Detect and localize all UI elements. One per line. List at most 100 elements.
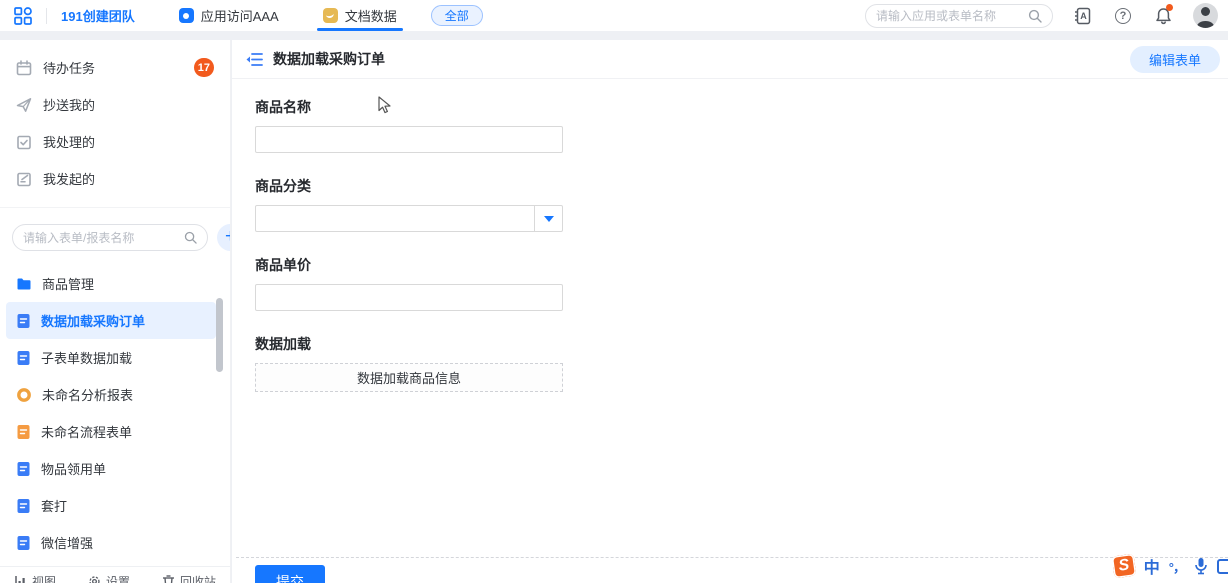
topbar-right: A ? bbox=[865, 3, 1218, 28]
doc-data-icon bbox=[323, 8, 338, 23]
sidebar-nav: 待办任务 17 抄送我的 我处理的 我发起的 bbox=[0, 40, 230, 197]
form-area: 商品名称 商品分类 商品单价 数据加载 数据加载商品信息 bbox=[232, 79, 1228, 392]
ime-toolbar: S 中 °， bbox=[1113, 551, 1228, 581]
submit-button[interactable]: 提交 bbox=[255, 565, 325, 583]
tab-doc-data[interactable]: 文档数据 bbox=[323, 0, 397, 31]
list-item-label: 套打 bbox=[41, 496, 67, 515]
document-icon bbox=[16, 313, 31, 329]
sidebar-footer: 视图 设置 回收站 bbox=[0, 566, 230, 583]
list-item[interactable]: 子表单数据加载 bbox=[6, 339, 216, 376]
field-product-name: 商品名称 bbox=[255, 97, 563, 153]
search-icon bbox=[184, 231, 197, 244]
sidebar: 待办任务 17 抄送我的 我处理的 我发起的 + 商品管理 数据加 bbox=[0, 40, 231, 583]
data-load-button[interactable]: 数据加载商品信息 bbox=[255, 363, 563, 392]
sidebar-item-cc-to-me[interactable]: 抄送我的 bbox=[0, 86, 230, 123]
folder-icon bbox=[16, 276, 32, 292]
help-icon[interactable]: ? bbox=[1113, 6, 1133, 26]
field-product-price: 商品单价 bbox=[255, 255, 563, 311]
product-price-input[interactable] bbox=[255, 284, 563, 311]
report-icon bbox=[16, 387, 32, 403]
footer-views[interactable]: 视图 bbox=[14, 573, 56, 583]
calendar-icon bbox=[16, 60, 32, 76]
filter-all-pill[interactable]: 全部 bbox=[431, 5, 483, 26]
edit-form-button[interactable]: 编辑表单 bbox=[1130, 46, 1220, 73]
document-icon bbox=[16, 498, 31, 514]
list-item-folder[interactable]: 商品管理 bbox=[6, 265, 216, 302]
chevron-down-icon bbox=[544, 216, 554, 222]
bottom-dashed-divider bbox=[236, 557, 1228, 558]
list-item-label: 商品管理 bbox=[42, 274, 94, 293]
list-item[interactable]: 物品领用单 bbox=[6, 450, 216, 487]
nav-label: 我处理的 bbox=[43, 132, 95, 151]
tab-app-access[interactable]: 应用访问AAA bbox=[179, 0, 279, 31]
list-item[interactable]: 套打 bbox=[6, 487, 216, 524]
address-book-icon[interactable]: A bbox=[1073, 6, 1093, 26]
user-avatar[interactable] bbox=[1193, 3, 1218, 28]
form-search-input[interactable] bbox=[23, 231, 178, 245]
add-form-button[interactable]: + bbox=[217, 224, 231, 251]
search-icon bbox=[1028, 9, 1042, 23]
sidebar-item-handled-by-me[interactable]: 我处理的 bbox=[0, 123, 230, 160]
notification-bell-icon[interactable] bbox=[1153, 6, 1173, 26]
sidebar-item-todo-tasks[interactable]: 待办任务 17 bbox=[0, 49, 230, 86]
ime-chinese-mode[interactable]: 中 bbox=[1144, 554, 1160, 578]
product-name-input[interactable] bbox=[255, 126, 563, 153]
list-item-label: 微信增强 bbox=[41, 533, 93, 552]
microphone-icon[interactable] bbox=[1194, 557, 1208, 575]
global-search[interactable] bbox=[865, 4, 1053, 28]
form-list: 商品管理 数据加载采购订单 子表单数据加载 未命名分析报表 未命名流程表单 物品… bbox=[0, 261, 230, 583]
list-item-label: 子表单数据加载 bbox=[41, 348, 132, 367]
main-panel: 数据加载采购订单 编辑表单 商品名称 商品分类 商品单价 数据加载 数据加载商品… bbox=[232, 40, 1228, 583]
main-header: 数据加载采购订单 编辑表单 bbox=[232, 40, 1228, 79]
document-icon bbox=[16, 461, 31, 477]
list-item-selected[interactable]: 数据加载采购订单 bbox=[6, 302, 216, 339]
ime-keyboard-icon[interactable] bbox=[1217, 559, 1228, 574]
tab-label: 文档数据 bbox=[345, 6, 397, 25]
ime-punctuation-toggle[interactable]: °， bbox=[1169, 557, 1185, 576]
list-item-label: 物品领用单 bbox=[41, 459, 106, 478]
topbar-divider bbox=[46, 8, 47, 24]
nav-label: 待办任务 bbox=[43, 58, 95, 77]
svg-text:A: A bbox=[1080, 11, 1087, 21]
app-access-icon bbox=[179, 8, 194, 23]
sogou-logo-icon[interactable]: S bbox=[1113, 554, 1136, 579]
form-search[interactable] bbox=[12, 224, 208, 251]
footer-settings[interactable]: 设置 bbox=[88, 573, 130, 583]
select-arrow[interactable] bbox=[534, 206, 562, 231]
list-item[interactable]: 微信增强 bbox=[6, 524, 216, 561]
chart-icon bbox=[14, 575, 27, 583]
list-item[interactable]: 未命名分析报表 bbox=[6, 376, 216, 413]
global-search-input[interactable] bbox=[876, 9, 1022, 23]
list-item-label: 数据加载采购订单 bbox=[41, 311, 145, 330]
list-item[interactable]: 未命名流程表单 bbox=[6, 413, 216, 450]
todo-count-badge: 17 bbox=[194, 58, 214, 77]
sidebar-item-initiated-by-me[interactable]: 我发起的 bbox=[0, 160, 230, 197]
document-icon bbox=[16, 424, 31, 440]
notification-dot bbox=[1166, 4, 1173, 11]
collapse-sidebar-icon[interactable] bbox=[246, 52, 263, 67]
field-data-load: 数据加载 数据加载商品信息 bbox=[255, 334, 563, 392]
footer-label: 设置 bbox=[106, 573, 130, 583]
footer-recycle-bin[interactable]: 回收站 bbox=[162, 573, 216, 583]
footer-label: 回收站 bbox=[180, 573, 216, 583]
team-name[interactable]: 191创建团队 bbox=[61, 6, 135, 25]
form-search-row: + bbox=[0, 208, 230, 261]
list-item-label: 未命名分析报表 bbox=[42, 385, 133, 404]
page-title: 数据加载采购订单 bbox=[273, 49, 385, 69]
footer-label: 视图 bbox=[32, 573, 56, 583]
field-product-category: 商品分类 bbox=[255, 176, 563, 232]
field-label: 商品分类 bbox=[255, 176, 563, 196]
nav-label: 抄送我的 bbox=[43, 95, 95, 114]
field-label: 商品名称 bbox=[255, 97, 563, 117]
clipboard-check-icon bbox=[16, 134, 32, 150]
apps-grid-icon[interactable] bbox=[14, 7, 32, 25]
nav-label: 我发起的 bbox=[43, 169, 95, 188]
tab-label: 应用访问AAA bbox=[201, 6, 279, 25]
trash-icon bbox=[162, 575, 175, 583]
product-category-select[interactable] bbox=[255, 205, 563, 232]
sidebar-scrollbar[interactable] bbox=[216, 298, 223, 372]
document-icon bbox=[16, 350, 31, 366]
gear-icon bbox=[88, 575, 101, 583]
clipboard-edit-icon bbox=[16, 171, 32, 187]
document-icon bbox=[16, 535, 31, 551]
